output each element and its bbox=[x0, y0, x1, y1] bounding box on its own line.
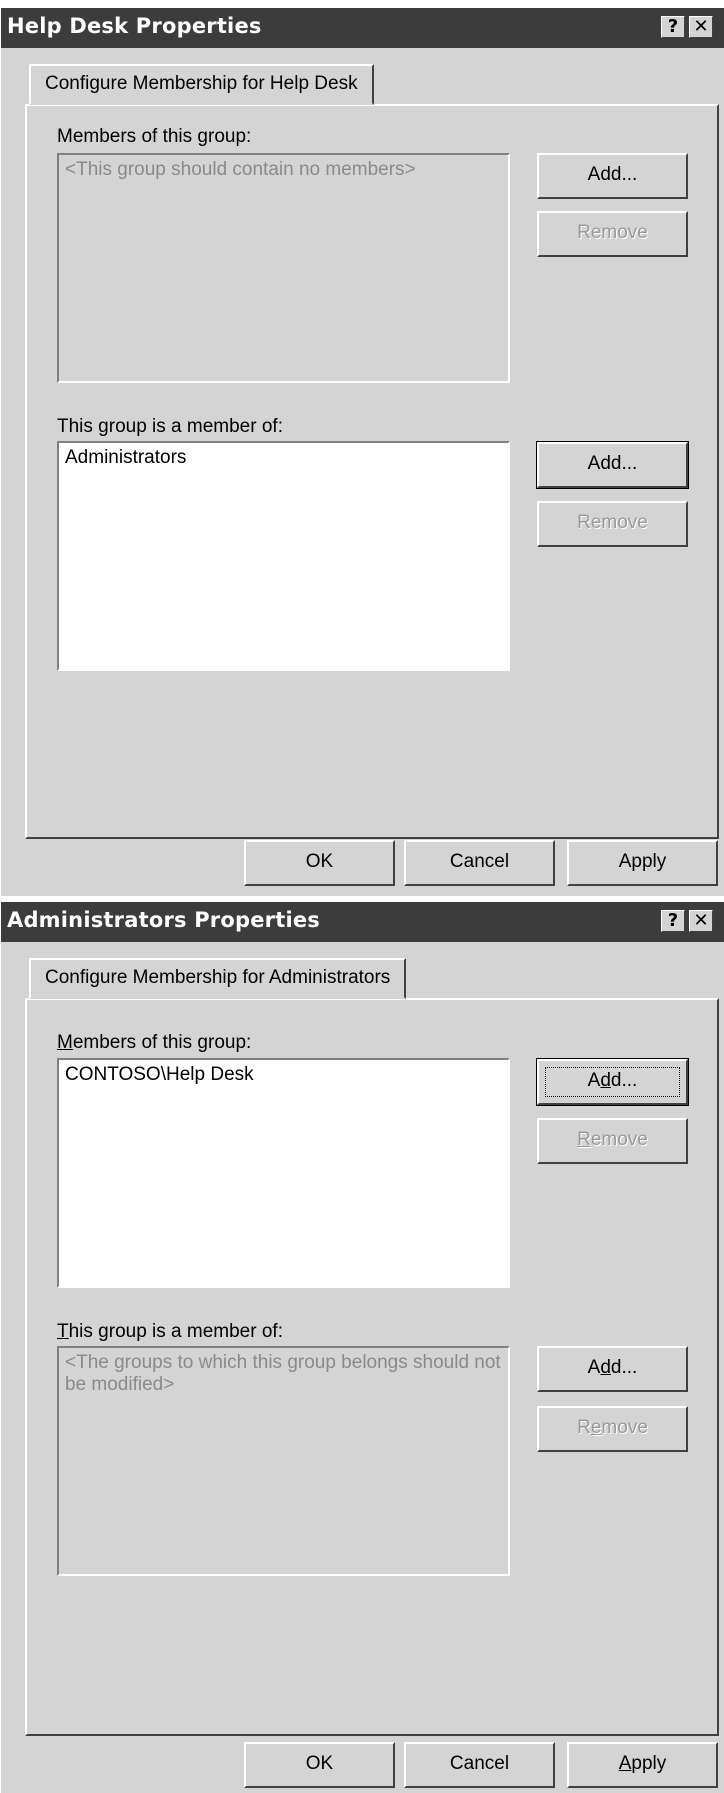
add-label-accesskey: d bbox=[600, 1070, 611, 1091]
close-icon[interactable]: ✕ bbox=[689, 910, 713, 932]
dialog-title: Administrators Properties bbox=[7, 908, 320, 932]
title-bar[interactable]: Help Desk Properties ? ✕ bbox=[1, 8, 724, 48]
tab-configure-membership[interactable]: Configure Membership for Administrators bbox=[29, 958, 407, 999]
remove-label-accesskey: e bbox=[590, 1417, 602, 1438]
ok-button[interactable]: OK bbox=[244, 1742, 395, 1788]
close-icon[interactable]: ✕ bbox=[689, 16, 713, 38]
help-icon[interactable]: ? bbox=[661, 910, 685, 932]
members-remove-button[interactable]: Remove bbox=[537, 211, 688, 257]
member-of-label-accesskey: T bbox=[57, 1321, 69, 1342]
member-of-label-text: his group is a member of: bbox=[68, 1321, 283, 1342]
members-label-accesskey: M bbox=[57, 1032, 73, 1053]
remove-label-accesskey: R bbox=[577, 1129, 591, 1150]
member-of-listbox: <The groups to which this group belongs … bbox=[57, 1346, 510, 1576]
remove-label-post: move bbox=[601, 1417, 648, 1438]
members-add-button[interactable]: Add... bbox=[537, 153, 688, 199]
apply-button[interactable]: Apply bbox=[567, 1742, 718, 1788]
members-remove-button[interactable]: Remove bbox=[537, 1118, 688, 1164]
tab-configure-membership[interactable]: Configure Membership for Help Desk bbox=[29, 64, 374, 105]
remove-label-text: emove bbox=[590, 1129, 648, 1150]
member-of-label: This group is a member of: bbox=[57, 416, 283, 437]
title-bar[interactable]: Administrators Properties ? ✕ bbox=[1, 902, 724, 942]
apply-label-accesskey: A bbox=[618, 1753, 632, 1774]
add-label-post: d... bbox=[610, 1357, 638, 1378]
members-listbox[interactable]: CONTOSO\Help Desk bbox=[57, 1058, 510, 1288]
ok-button[interactable]: OK bbox=[244, 840, 395, 886]
member-of-remove-button[interactable]: Remove bbox=[537, 501, 688, 547]
member-of-remove-button[interactable]: Remove bbox=[537, 1406, 688, 1452]
members-label: Members of this group: bbox=[57, 1032, 251, 1054]
add-label-post: d... bbox=[610, 1070, 638, 1091]
members-add-button[interactable]: Add... bbox=[536, 1058, 689, 1106]
members-placeholder: <This group should contain no members> bbox=[65, 159, 416, 180]
member-of-label: This group is a member of: bbox=[57, 1321, 283, 1343]
remove-label-pre: R bbox=[577, 1417, 591, 1438]
member-of-add-button[interactable]: Add... bbox=[536, 441, 689, 489]
add-label-accesskey: d bbox=[600, 1357, 611, 1378]
apply-label-text: pply bbox=[631, 1753, 667, 1774]
add-label-pre: A bbox=[587, 1070, 601, 1091]
help-icon[interactable]: ? bbox=[661, 16, 685, 38]
list-item[interactable]: Administrators bbox=[65, 447, 186, 469]
list-item[interactable]: CONTOSO\Help Desk bbox=[65, 1064, 254, 1086]
members-listbox: <This group should contain no members> bbox=[57, 153, 510, 383]
members-label: Members of this group: bbox=[57, 126, 252, 147]
member-of-listbox[interactable]: Administrators bbox=[57, 441, 510, 671]
dialog-title: Help Desk Properties bbox=[7, 14, 262, 38]
administrators-properties-dialog: Administrators Properties ? ✕ Configure … bbox=[0, 902, 724, 1793]
cancel-button[interactable]: Cancel bbox=[404, 840, 555, 886]
cancel-button[interactable]: Cancel bbox=[404, 1742, 555, 1788]
members-label-text: embers of this group: bbox=[72, 1032, 252, 1053]
apply-button[interactable]: Apply bbox=[567, 840, 718, 886]
member-of-add-button[interactable]: Add... bbox=[537, 1346, 688, 1392]
member-of-placeholder: <The groups to which this group belongs … bbox=[65, 1352, 501, 1395]
help-desk-properties-dialog: Help Desk Properties ? ✕ Configure Membe… bbox=[0, 8, 724, 896]
add-label-pre: A bbox=[587, 1357, 601, 1378]
